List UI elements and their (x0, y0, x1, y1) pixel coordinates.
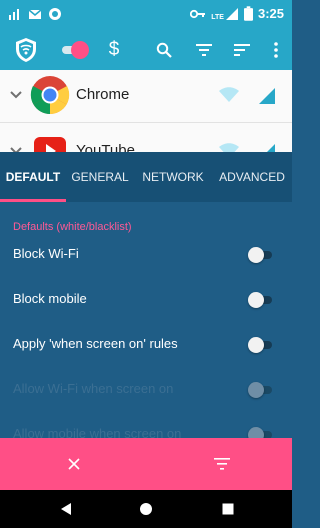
home-circle-icon[interactable] (139, 502, 153, 516)
close-icon[interactable] (68, 458, 80, 470)
tab-general[interactable]: GENERAL (66, 152, 134, 202)
setting-block-wifi[interactable]: Block Wi-Fi (0, 233, 292, 277)
cell-signal-icon[interactable] (258, 87, 276, 105)
setting-label: Apply 'when screen on' rules (13, 336, 178, 351)
section-title: Defaults (white/blacklist) (13, 221, 132, 233)
setting-screen-on-rules[interactable]: Apply 'when screen on' rules (0, 323, 292, 367)
youtube-icon (34, 137, 66, 152)
recents-button[interactable] (208, 490, 248, 528)
list-item[interactable]: Chrome (0, 70, 292, 122)
wifi-icon[interactable] (218, 87, 240, 103)
setting-block-mobile[interactable]: Block mobile (0, 278, 292, 322)
circle-app-icon (49, 8, 61, 20)
status-left-icons (8, 7, 62, 21)
key-icon (190, 9, 206, 18)
screen-on-rules-switch[interactable] (248, 336, 272, 354)
battery-icon (243, 6, 253, 21)
nav-bar (0, 490, 292, 528)
back-button[interactable] (46, 490, 86, 528)
chevron-down-icon[interactable] (9, 88, 23, 102)
tab-indicator (0, 199, 66, 202)
setting-allow-wifi-screen-on: Allow Wi-Fi when screen on (0, 368, 292, 412)
status-time: 3:25 (257, 6, 284, 21)
filter-button[interactable] (192, 438, 252, 490)
status-right-icons: LTE 3:25 (190, 6, 284, 21)
chrome-icon (30, 76, 70, 115)
allow-wifi-screen-on-switch (248, 381, 272, 399)
signal-bars-icon (9, 9, 19, 20)
app-name: Chrome (76, 86, 130, 103)
filter-icon[interactable] (214, 458, 230, 470)
tab-network[interactable]: NETWORK (134, 152, 212, 202)
action-bar (0, 438, 292, 490)
home-button[interactable] (126, 490, 166, 528)
block-wifi-switch[interactable] (248, 246, 272, 264)
sort-icon[interactable] (230, 30, 254, 70)
status-bar: LTE 3:25 (0, 0, 292, 30)
app-name: YouTube (76, 142, 135, 152)
dollar-icon[interactable]: $ (102, 30, 126, 70)
gmail-icon (28, 9, 42, 19)
settings-dialog: DEFAULT GENERAL NETWORK ADVANCED Default… (0, 152, 292, 443)
shield-logo-icon[interactable] (10, 30, 42, 70)
tab-bar: DEFAULT GENERAL NETWORK ADVANCED (0, 152, 292, 202)
setting-label: Block Wi-Fi (13, 246, 79, 261)
list-item[interactable]: YouTube (0, 126, 292, 152)
cell-signal-icon[interactable] (258, 143, 276, 152)
wifi-icon[interactable] (218, 143, 240, 152)
cell-signal-icon (225, 7, 238, 20)
app-list: Chrome YouTube (0, 70, 292, 152)
setting-label: Block mobile (13, 291, 87, 306)
close-button[interactable] (44, 438, 104, 490)
more-vert-icon[interactable] (266, 30, 286, 70)
tab-advanced[interactable]: ADVANCED (212, 152, 292, 202)
divider (0, 122, 292, 123)
lte-label: LTE (211, 13, 224, 21)
search-icon[interactable] (152, 30, 176, 70)
filter-icon[interactable] (192, 30, 216, 70)
setting-label: Allow Wi-Fi when screen on (13, 381, 174, 396)
toolbar: $ (0, 30, 292, 70)
lte-icon: LTE (211, 7, 239, 21)
chevron-down-icon[interactable] (9, 144, 23, 152)
back-triangle-icon[interactable] (59, 502, 73, 516)
recents-square-icon[interactable] (222, 503, 234, 515)
block-mobile-switch[interactable] (248, 291, 272, 309)
toggle-icon[interactable] (58, 30, 92, 70)
tab-default[interactable]: DEFAULT (0, 152, 66, 202)
